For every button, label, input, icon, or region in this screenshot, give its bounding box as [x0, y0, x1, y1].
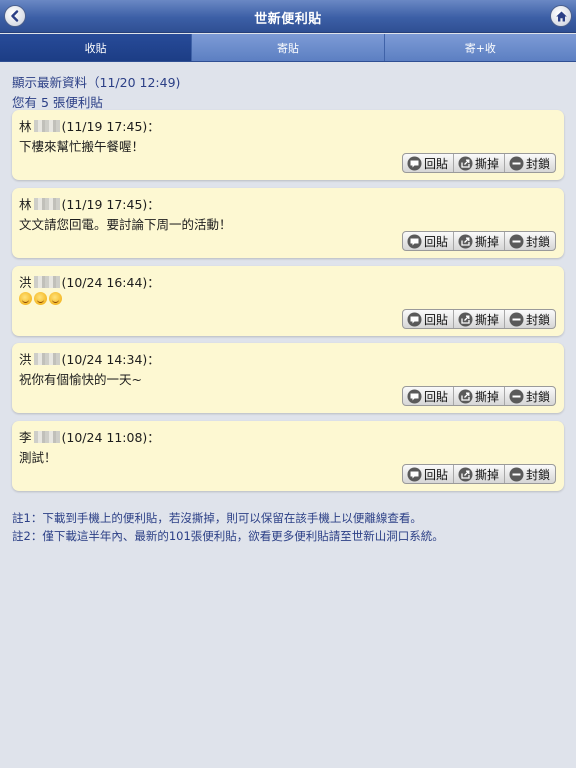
home-icon: [555, 11, 567, 21]
note-message: 文文請您回電。要討論下周一的活動！: [19, 214, 232, 233]
speech-bubble-icon: [407, 389, 422, 403]
note-count-text: 您有 5 張便利貼: [12, 95, 103, 110]
note-card: 李 (10/24 11:08)： 測試！ 回貼 撕掉 封鎖: [12, 421, 564, 491]
note-actions: 回貼 撕掉 封鎖: [401, 153, 556, 173]
note-message: 測試！: [19, 447, 57, 466]
note-time: (10/24 14:34)：: [61, 352, 160, 367]
note-message: 下樓來幫忙搬午餐喔！: [19, 136, 144, 155]
blurred-name: [33, 197, 60, 210]
blurred-name: [33, 430, 60, 443]
last-updated-text: 顯示最新資料（11/20 12:49): [12, 75, 181, 90]
minus-circle-icon: [509, 312, 524, 326]
tear-off-button[interactable]: 撕掉: [454, 465, 505, 483]
block-button[interactable]: 封鎖: [505, 387, 555, 405]
note-card: 洪 (10/24 16:44)： 回貼 撕掉 封鎖: [12, 266, 564, 336]
share-icon: [458, 467, 473, 481]
speech-bubble-icon: [407, 234, 422, 248]
note-time: (10/24 16:44)：: [61, 275, 160, 290]
footnote-2: 註2：僅下載這半年內、最新的101張便利貼，欲看更多便利貼請至世新山洞口系統。: [12, 529, 444, 543]
note-time: (10/24 11:08)：: [61, 430, 160, 445]
minus-circle-icon: [509, 156, 524, 170]
note-message-text: 測試！: [19, 450, 57, 465]
smiley-emoji-icon: [19, 292, 32, 305]
tab-bar: 收貼 寄貼 寄+收: [0, 34, 576, 62]
reply-button[interactable]: 回貼: [403, 310, 454, 328]
sender-surname: 洪: [19, 352, 32, 367]
share-icon: [458, 312, 473, 326]
minus-circle-icon: [509, 389, 524, 403]
tab-sent[interactable]: 寄貼: [192, 34, 385, 61]
sender-surname: 李: [19, 430, 32, 445]
reply-button[interactable]: 回貼: [403, 232, 454, 250]
note-header: 洪 (10/24 16:44)：: [19, 272, 160, 291]
sender-surname: 林: [19, 197, 32, 212]
smiley-emoji-icon: [34, 292, 47, 305]
blurred-name: [33, 352, 60, 365]
share-icon: [458, 156, 473, 170]
tab-received[interactable]: 收貼: [0, 34, 193, 61]
reply-button[interactable]: 回貼: [403, 465, 454, 483]
footnote-1: 註1：下載到手機上的便利貼，若沒撕掉，則可以保留在該手機上以便離線查看。: [12, 511, 422, 525]
block-button[interactable]: 封鎖: [505, 310, 555, 328]
tab-sent-and-received[interactable]: 寄+收: [384, 34, 576, 61]
tear-off-button[interactable]: 撕掉: [454, 154, 505, 172]
block-button[interactable]: 封鎖: [505, 232, 555, 250]
note-card: 洪 (10/24 14:34)： 祝你有個愉快的一天~ 回貼 撕掉 封鎖: [12, 343, 564, 413]
share-icon: [458, 234, 473, 248]
note-time: (11/19 17:45)：: [61, 197, 160, 212]
note-actions: 回貼 撕掉 封鎖: [401, 309, 556, 329]
note-actions: 回貼 撕掉 封鎖: [401, 386, 556, 406]
note-header: 洪 (10/24 14:34)：: [19, 349, 160, 368]
share-icon: [458, 389, 473, 403]
blurred-name: [33, 119, 60, 132]
note-header: 林 (11/19 17:45)：: [19, 116, 160, 135]
reply-button[interactable]: 回貼: [403, 387, 454, 405]
note-message-text: 文文請您回電。要討論下周一的活動！: [19, 217, 232, 232]
note-message: [19, 292, 64, 305]
home-button[interactable]: [550, 5, 572, 27]
header-bar: 世新便利貼: [0, 0, 576, 33]
block-button[interactable]: 封鎖: [505, 465, 555, 483]
sender-surname: 洪: [19, 275, 32, 290]
note-time: (11/19 17:45)：: [61, 119, 160, 134]
note-card: 林 (11/19 17:45)： 文文請您回電。要討論下周一的活動！ 回貼 撕掉…: [12, 188, 564, 258]
page-title: 世新便利貼: [254, 12, 322, 27]
minus-circle-icon: [509, 234, 524, 248]
note-message-text: 下樓來幫忙搬午餐喔！: [19, 139, 145, 154]
tear-off-button[interactable]: 撕掉: [454, 387, 505, 405]
speech-bubble-icon: [407, 467, 422, 481]
tear-off-button[interactable]: 撕掉: [454, 310, 505, 328]
tear-off-button[interactable]: 撕掉: [454, 232, 505, 250]
note-actions: 回貼 撕掉 封鎖: [401, 464, 556, 484]
speech-bubble-icon: [407, 156, 422, 170]
speech-bubble-icon: [407, 312, 422, 326]
note-message: 祝你有個愉快的一天~: [19, 369, 142, 388]
note-header: 李 (10/24 11:08)：: [19, 427, 160, 446]
smiley-emoji-icon: [49, 292, 62, 305]
note-actions: 回貼 撕掉 封鎖: [401, 231, 556, 251]
note-card: 林 (11/19 17:45)： 下樓來幫忙搬午餐喔！ 回貼 撕掉 封鎖: [12, 110, 564, 180]
note-message-text: 祝你有個愉快的一天~: [19, 372, 142, 387]
block-button[interactable]: 封鎖: [505, 154, 555, 172]
blurred-name: [33, 275, 60, 288]
sender-surname: 林: [19, 119, 32, 134]
reply-button[interactable]: 回貼: [403, 154, 454, 172]
minus-circle-icon: [509, 467, 524, 481]
note-header: 林 (11/19 17:45)：: [19, 194, 160, 213]
